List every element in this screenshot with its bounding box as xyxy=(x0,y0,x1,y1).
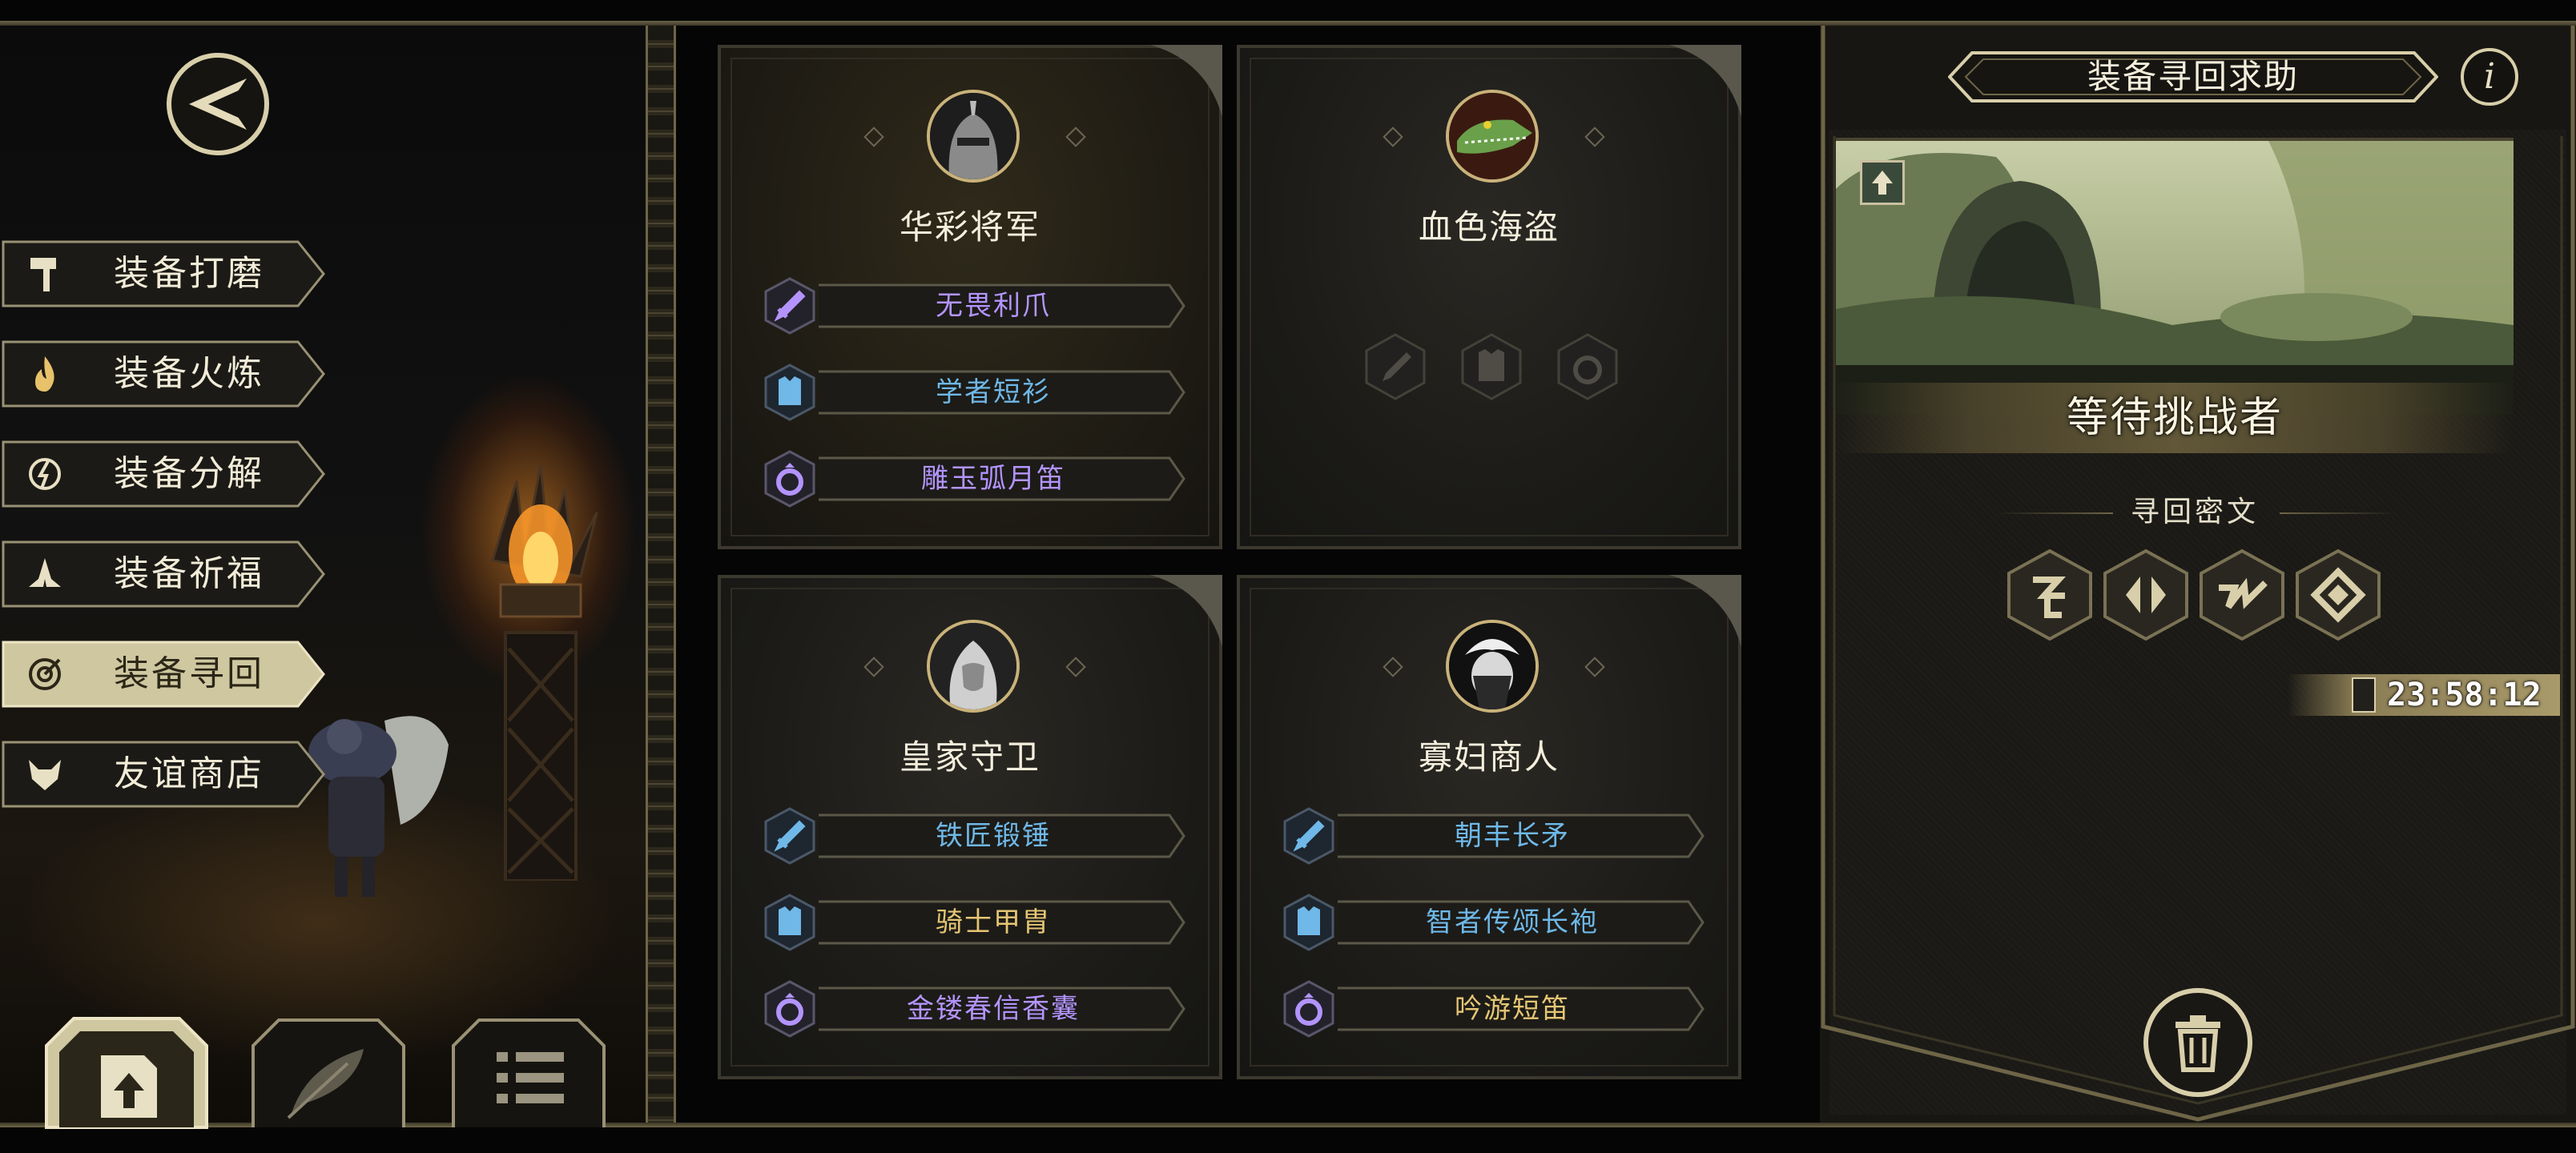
menu-item-pray[interactable]: 装备祈福 xyxy=(2,540,325,608)
ornamental-divider xyxy=(646,26,676,1123)
boss-name: 华彩将军 xyxy=(899,207,1040,247)
ring-icon xyxy=(764,980,815,1038)
sword-icon xyxy=(764,277,815,335)
boss-card-pirate[interactable]: 血色海盗 xyxy=(1237,45,1741,549)
equipment-name: 吟游短笛 xyxy=(1455,993,1570,1025)
armor-icon xyxy=(1283,894,1334,951)
tab-list[interactable] xyxy=(452,1017,606,1129)
equipment-name: 学者短衫 xyxy=(936,376,1051,408)
crocodile-pirate-portrait xyxy=(1446,90,1539,183)
info-icon: i xyxy=(2483,56,2496,97)
rune-3-icon[interactable] xyxy=(2195,548,2289,642)
empty-ring-slot-icon xyxy=(1557,333,1618,400)
equipment-slot[interactable]: 智者传颂长袍 xyxy=(1280,894,1705,951)
hourglass-icon xyxy=(2352,677,2376,713)
armor-icon xyxy=(764,894,815,951)
equipment-name: 无畏利爪 xyxy=(936,290,1051,322)
armor-icon xyxy=(764,364,815,421)
torch-tower-illustration xyxy=(491,464,598,881)
card-fold-corner xyxy=(1150,575,1222,647)
equipment-name: 朝丰长矛 xyxy=(1455,820,1570,852)
card-fold-corner xyxy=(1669,45,1741,117)
menu-item-polish[interactable]: 装备打磨 xyxy=(2,240,325,307)
equipment-slot[interactable]: 学者短衫 xyxy=(761,364,1185,421)
menu-item-retrieve[interactable]: 装备寻回 xyxy=(2,641,325,708)
trash-icon xyxy=(2176,1015,2220,1072)
sword-icon xyxy=(1283,807,1334,865)
trash-button[interactable] xyxy=(2143,988,2252,1097)
countdown-timer: 23:58:12 xyxy=(2387,677,2542,713)
menu-item-forge[interactable]: 装备火炼 xyxy=(2,340,325,408)
menu-item-friendship-shop[interactable]: 友谊商店 xyxy=(2,741,325,808)
scene-upload-icon xyxy=(1860,160,1905,205)
rune-4-icon[interactable] xyxy=(2291,548,2385,642)
menu-item-label: 装备祈福 xyxy=(114,553,264,594)
menu-item-label: 友谊商店 xyxy=(114,753,264,794)
boss-card-general[interactable]: 华彩将军 无畏利爪 学者短衫 雕玉弧月笛 xyxy=(718,45,1222,549)
menu-item-label: 装备分解 xyxy=(114,453,264,494)
info-button[interactable]: i xyxy=(2461,48,2518,106)
card-fold-corner xyxy=(1669,575,1741,647)
ring-icon xyxy=(764,450,815,508)
hammer-icon xyxy=(30,258,56,291)
boss-name: 血色海盗 xyxy=(1418,207,1560,247)
equipment-name: 智者传颂长袍 xyxy=(1426,906,1599,938)
equipment-slot[interactable]: 朝丰长矛 xyxy=(1280,807,1705,865)
panel-title: 装备寻回求助 xyxy=(2087,57,2299,96)
tab-feather[interactable] xyxy=(252,1017,405,1129)
widow-merchant-portrait xyxy=(1446,620,1539,713)
royal-guard-portrait xyxy=(927,620,1020,713)
upload-icon xyxy=(101,1055,157,1118)
ring-icon xyxy=(1283,980,1334,1038)
rune-1-icon[interactable] xyxy=(2002,548,2097,642)
equipment-name: 雕玉弧月笛 xyxy=(921,463,1065,495)
boss-card-widow-merchant[interactable]: 寡妇商人 朝丰长矛 智者传颂长袍 吟游短笛 xyxy=(1237,575,1741,1079)
sword-icon xyxy=(764,807,815,865)
knight-helmet-portrait xyxy=(927,90,1020,183)
empty-armor-slot-icon xyxy=(1461,333,1522,400)
equipment-slot[interactable]: 金镂春信香囊 xyxy=(761,980,1185,1038)
card-fold-corner xyxy=(1150,45,1222,117)
decompose-icon xyxy=(29,458,61,490)
equipment-name: 铁匠锻锤 xyxy=(936,820,1051,852)
menu-item-decompose[interactable]: 装备分解 xyxy=(2,440,325,508)
boss-name: 皇家守卫 xyxy=(899,737,1040,777)
list-icon xyxy=(497,1052,564,1103)
flame-icon xyxy=(35,356,54,392)
back-button[interactable] xyxy=(167,53,269,155)
menu-item-label: 装备打磨 xyxy=(114,253,264,294)
boss-name: 寡妇商人 xyxy=(1418,737,1560,777)
equipment-slot[interactable]: 吟游短笛 xyxy=(1280,980,1705,1038)
equipment-slot[interactable]: 铁匠锻锤 xyxy=(761,807,1185,865)
cipher-title: 寻回密文 xyxy=(2130,496,2259,528)
menu-item-label: 装备寻回 xyxy=(114,653,264,694)
status-text: 等待挑战者 xyxy=(2066,394,2283,442)
boss-card-royal-guard[interactable]: 皇家守卫 铁匠锻锤 骑士甲胄 金镂春信香囊 xyxy=(718,575,1222,1079)
empty-weapon-slot-icon xyxy=(1365,333,1426,400)
pray-icon xyxy=(29,558,61,587)
menu-item-label: 装备火炼 xyxy=(114,353,264,394)
back-arrow-icon xyxy=(189,78,247,130)
fox-icon xyxy=(29,760,61,790)
equipment-slot[interactable]: 雕玉弧月笛 xyxy=(761,450,1185,508)
rune-2-icon[interactable] xyxy=(2099,548,2193,642)
equipment-name: 金镂春信香囊 xyxy=(907,993,1080,1025)
equipment-slot[interactable]: 无畏利爪 xyxy=(761,277,1185,335)
target-icon xyxy=(29,658,61,690)
equipment-slot[interactable]: 骑士甲胄 xyxy=(761,894,1185,951)
challenge-scene-image xyxy=(1836,138,2514,415)
equipment-name: 骑士甲胄 xyxy=(936,906,1051,938)
tab-upload[interactable] xyxy=(45,1017,208,1129)
